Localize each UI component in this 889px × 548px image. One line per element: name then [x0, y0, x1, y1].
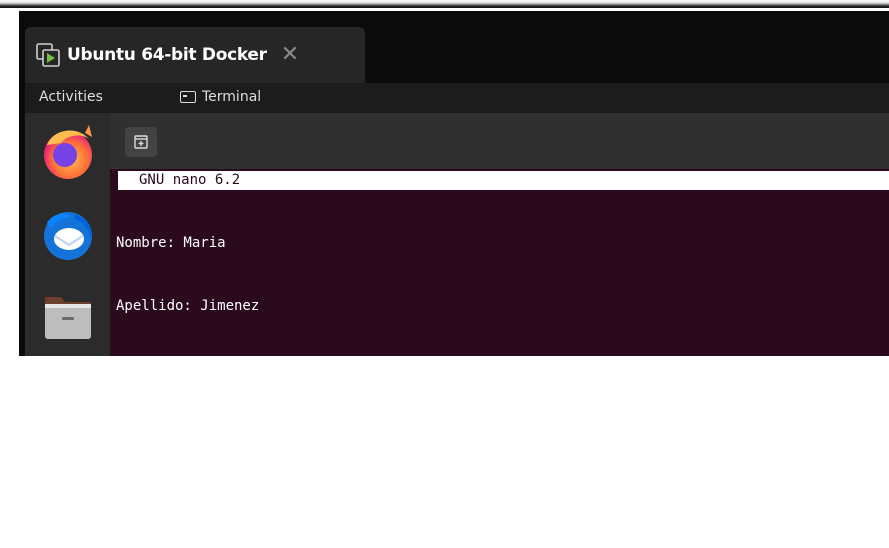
app-menu-terminal[interactable]: Terminal	[180, 89, 261, 105]
vm-play-icon	[36, 43, 60, 67]
file-content[interactable]: Nombre: Maria Apellido: Jimenez Estatura…	[116, 191, 344, 548]
app-menu-label: Terminal	[202, 89, 262, 105]
file-line: RH: O+	[116, 424, 167, 440]
dock-item-thunderbird[interactable]	[25, 200, 110, 270]
file-line: Nombre: Maria	[116, 235, 226, 251]
dock-item-files[interactable]	[25, 282, 110, 352]
dock-item-firefox[interactable]	[25, 118, 110, 188]
dock	[25, 113, 110, 356]
new-tab-icon	[134, 135, 148, 149]
window-edge	[0, 0, 889, 8]
thunderbird-icon	[43, 212, 92, 260]
file-line: FechaNacimiento: 04/23/1899	[116, 487, 344, 503]
terminal-body[interactable]: GNU nano 6.2 Nombre: Maria Apellido: Jim…	[110, 169, 889, 503]
activities-button[interactable]: Activities	[39, 89, 103, 105]
firefox-icon	[43, 125, 92, 179]
vm-tab[interactable]: Ubuntu 64-bit Docker ✕	[25, 27, 365, 83]
file-line: Estatura: 1.55	[116, 361, 235, 377]
new-tab-button[interactable]	[125, 127, 157, 157]
files-icon	[44, 297, 91, 339]
gnome-top-bar: Activities Terminal	[25, 83, 889, 113]
terminal-icon	[180, 91, 196, 103]
nano-title-bar: GNU nano 6.2	[118, 171, 889, 190]
terminal-header-bar	[110, 113, 889, 169]
close-icon[interactable]: ✕	[281, 44, 299, 66]
vm-tab-title: Ubuntu 64-bit Docker	[67, 45, 267, 65]
file-line: Apellido: Jimenez	[116, 298, 260, 314]
